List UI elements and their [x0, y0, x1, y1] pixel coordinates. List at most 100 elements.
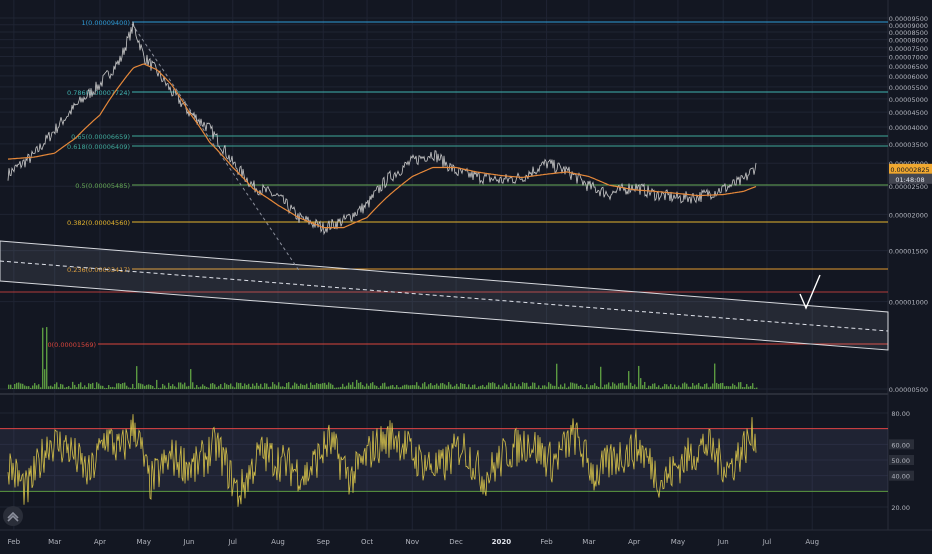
volume-bar [328, 382, 330, 389]
volume-bar [544, 385, 546, 389]
volume-bar [720, 383, 722, 389]
volume-bar [750, 385, 752, 389]
volume-bar [252, 383, 254, 389]
rsi-axis-label: 60.00 [891, 441, 910, 449]
volume-bar [318, 383, 320, 389]
volume-bar [554, 385, 556, 389]
rsi-axis-label: 20.00 [891, 504, 910, 512]
volume-bar [538, 385, 540, 389]
volume-bar [388, 386, 390, 389]
volume-bar [498, 384, 500, 389]
volume-bar [390, 385, 392, 389]
fib-level-label: 0.618(0.00006409) [67, 143, 130, 151]
volume-bar [440, 383, 442, 389]
volume-bar [24, 385, 26, 389]
volume-bar [192, 382, 194, 389]
volume-bar [18, 382, 20, 389]
volume-bar [64, 387, 66, 389]
volume-bar [108, 385, 110, 389]
volume-bar [708, 387, 710, 389]
time-axis-label: Feb [8, 538, 21, 546]
volume-bar [142, 384, 144, 389]
volume-bar [44, 369, 46, 389]
volume-bar [120, 383, 122, 389]
volume-bar [266, 383, 268, 389]
volume-bar [194, 387, 196, 389]
volume-bar [86, 387, 88, 389]
volume-bar [724, 386, 726, 389]
volume-bar [366, 383, 368, 389]
volume-bar [320, 383, 322, 389]
volume-bar [520, 386, 522, 389]
volume-bar [296, 383, 298, 389]
volume-bar [302, 384, 304, 389]
volume-bar [178, 382, 180, 389]
volume-bar [612, 382, 614, 389]
tradingview-logo-icon[interactable] [3, 506, 23, 526]
volume-bar [150, 384, 152, 389]
volume-bar [58, 387, 60, 389]
volume-bar [698, 382, 700, 389]
volume-bar [418, 385, 420, 389]
volume-bar [620, 382, 622, 389]
volume-bar [702, 386, 704, 389]
volume-bar [508, 387, 510, 389]
volume-bar [462, 383, 464, 389]
volume-bar [182, 384, 184, 389]
volume-bar [446, 385, 448, 389]
volume-bar [570, 382, 572, 389]
volume-bar [528, 386, 530, 389]
volume-bar [518, 384, 520, 389]
volume-bar [652, 383, 654, 389]
price-axis-label: 0.00004500 [889, 109, 928, 117]
volume-bar [596, 385, 598, 389]
volume-bar [118, 383, 120, 389]
volume-bar [668, 386, 670, 389]
volume-bar [656, 386, 658, 389]
volume-bar [598, 386, 600, 389]
volume-bar [346, 385, 348, 389]
volume-bar [672, 387, 674, 389]
volume-bar [468, 384, 470, 389]
time-axis-label: Jul [762, 538, 772, 546]
volume-bar [32, 385, 34, 389]
volume-bar [128, 387, 130, 389]
volume-bar [80, 382, 82, 389]
volume-bar [234, 387, 236, 389]
volume-bar [456, 383, 458, 389]
volume-bar [552, 385, 554, 389]
volume-bar [308, 387, 310, 389]
volume-bar [478, 386, 480, 389]
price-chart[interactable]: 1(0.00009400)0.786(0.00007724)0.65(0.000… [0, 0, 932, 550]
volume-bar [500, 387, 502, 389]
volume-bar [326, 384, 328, 389]
time-axis-label: 2020 [492, 538, 512, 546]
volume-bar [744, 387, 746, 389]
volume-bar [316, 383, 318, 389]
volume-bar [314, 384, 316, 389]
volume-bar [256, 382, 258, 389]
volume-bar [310, 382, 312, 389]
volume-bar [52, 386, 54, 389]
volume-bar [92, 382, 94, 389]
volume-bar [160, 387, 162, 389]
volume-bar [548, 382, 550, 389]
volume-bar [450, 384, 452, 389]
volume-bar [640, 378, 642, 389]
time-axis-label: Jun [717, 538, 729, 546]
volume-bar [186, 386, 188, 389]
volume-bar [176, 387, 178, 389]
volume-bar [432, 385, 434, 389]
volume-bar [156, 379, 158, 389]
time-axis-label: Dec [449, 538, 463, 546]
volume-bar [714, 363, 716, 389]
volume-bar [322, 383, 324, 389]
volume-bar [82, 387, 84, 389]
volume-bar [238, 383, 240, 389]
volume-bar [568, 386, 570, 389]
volume-bar [170, 385, 172, 389]
volume-bar [106, 387, 108, 389]
volume-bar [10, 384, 12, 389]
volume-bar [210, 383, 212, 389]
volume-bar [422, 383, 424, 389]
